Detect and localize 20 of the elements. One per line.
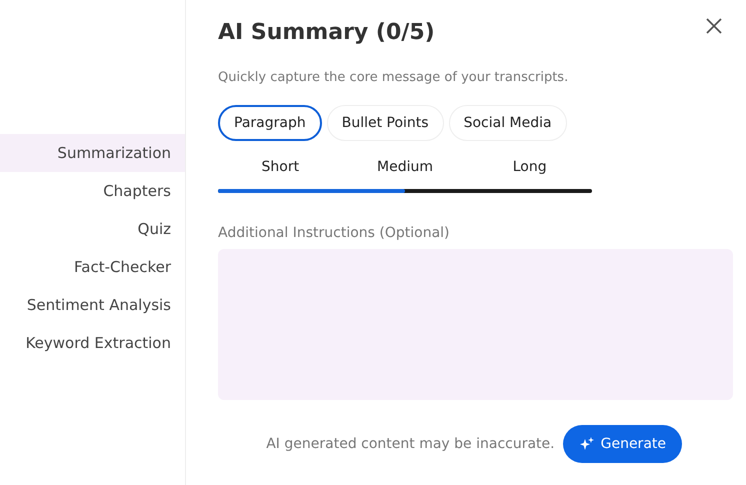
sidebar-item[interactable]: Quiz [0, 210, 185, 248]
sidebar-item[interactable]: Chapters [0, 172, 185, 210]
length-option[interactable]: Long [467, 159, 592, 175]
length-option[interactable]: Short [218, 159, 343, 175]
close-icon[interactable] [705, 17, 723, 35]
dialog-title: AI Summary (0/5) [218, 20, 435, 47]
length-slider[interactable] [218, 189, 592, 193]
subtitle: Quickly capture the core message of your transcripts. [218, 70, 570, 85]
disclaimer: AI generated content may be inaccurate. [266, 436, 555, 452]
field-label: Additional Instructions (Optional) [218, 225, 451, 241]
sparkle-icon [578, 436, 595, 452]
sidebar-item[interactable]: Summarization [0, 134, 185, 172]
format-tab[interactable]: Paragraph [218, 105, 322, 141]
generate-button[interactable]: Generate [562, 425, 682, 463]
format-tab[interactable]: Bullet Points [326, 105, 444, 141]
sidebar-item[interactable]: Sentiment Analysis [0, 286, 185, 324]
sidebar-item[interactable]: Fact-Checker [0, 248, 185, 286]
sidebar-item[interactable]: Keyword Extraction [0, 324, 185, 362]
length-option[interactable]: Medium [342, 159, 468, 175]
format-tab[interactable]: Social Media [448, 105, 567, 141]
